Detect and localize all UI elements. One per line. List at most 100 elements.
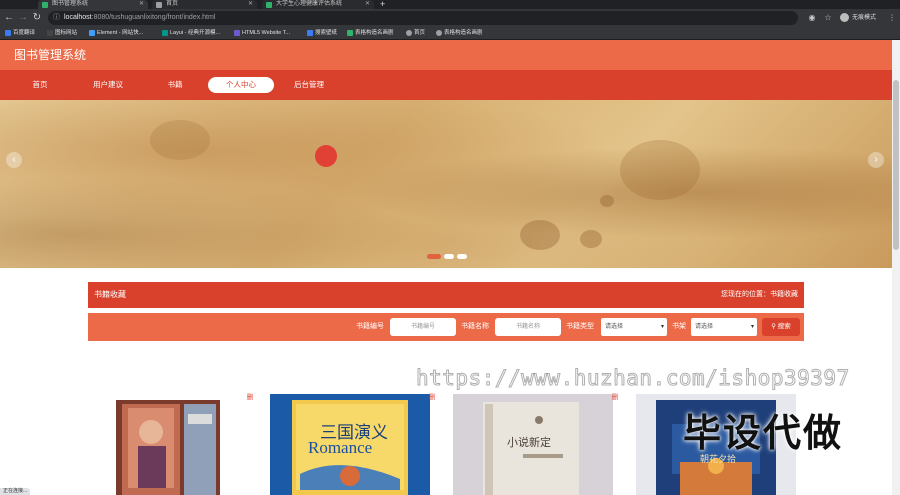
- book-id-input[interactable]: 书籍编号: [390, 318, 456, 336]
- carousel-prev-icon[interactable]: ‹: [6, 152, 22, 168]
- tab-close-icon[interactable]: ✕: [365, 0, 370, 9]
- bookmarks-bar: 百度翻译 图标网站 Element - 网站快... Layui - 经典开源模…: [0, 27, 900, 40]
- bookmark-favicon-icon: [347, 30, 353, 36]
- nav-home[interactable]: 首页: [20, 77, 60, 93]
- shelf-label: 书架: [672, 323, 686, 330]
- tab-label: 图书管理系统: [52, 1, 89, 7]
- bookmark-item[interactable]: HTML5 Website T...: [233, 27, 290, 39]
- book-id-label: 书籍编号: [356, 323, 384, 330]
- book-card[interactable]: 小说新定: [453, 394, 613, 495]
- delete-favorite-icon[interactable]: 删: [428, 394, 436, 402]
- bookmark-label: Element - 网站快...: [97, 30, 144, 36]
- tab-favicon-icon: [156, 2, 162, 8]
- info-icon[interactable]: ⓘ: [53, 11, 60, 25]
- bookmark-label: 表格构造名画剧: [444, 30, 483, 36]
- tab-close-icon[interactable]: ✕: [139, 0, 144, 9]
- tab-favicon-icon: [42, 2, 48, 8]
- scrollbar-thumb[interactable]: [893, 80, 899, 250]
- url-path: :8080/tushuguanlixitong/front/index.html: [91, 14, 216, 21]
- pointer-highlight: [315, 145, 337, 167]
- carousel-dot-active[interactable]: [427, 254, 441, 259]
- book-card[interactable]: [88, 394, 248, 495]
- site-header: 图书管理系统: [0, 40, 892, 70]
- browser-tab-2[interactable]: 首页 ✕: [152, 0, 257, 9]
- back-arrow-icon[interactable]: ←: [3, 12, 15, 24]
- bookmark-favicon-icon: [307, 30, 313, 36]
- bookmark-item[interactable]: 首页: [405, 27, 425, 39]
- bookmark-label: Layui - 经典开源模...: [170, 30, 221, 36]
- profile-button[interactable]: 无痕模式: [840, 12, 876, 24]
- menu-kebab-icon[interactable]: ⋮: [886, 12, 898, 24]
- new-tab-plus-icon[interactable]: +: [380, 0, 385, 9]
- book-type-select[interactable]: 请选择 ▾: [601, 318, 667, 336]
- book-type-value: 请选择: [605, 324, 624, 330]
- browser-tab-1[interactable]: 图书管理系统 ✕: [38, 0, 148, 9]
- tab-favicon-icon: [266, 2, 272, 8]
- bookmark-label: 搜索壁纸: [315, 30, 338, 36]
- bookmark-item[interactable]: 表格构造名画剧: [435, 27, 483, 39]
- banner-carousel: ‹ ›: [0, 100, 892, 268]
- nav-user-center[interactable]: 个人中心: [208, 77, 274, 93]
- shelf-select[interactable]: 请选择 ▾: [691, 318, 757, 336]
- book-name-label: 书籍名称: [461, 323, 489, 330]
- banner-stain: [520, 220, 560, 250]
- bookmark-item[interactable]: Layui - 经典开源模...: [161, 27, 220, 39]
- profile-label: 无痕模式: [852, 15, 877, 21]
- nav-books[interactable]: 书籍: [155, 77, 195, 93]
- bookmark-star-icon[interactable]: ☆: [822, 12, 834, 24]
- bookmark-label: 表格构造名画剧: [355, 30, 394, 36]
- bookmark-item[interactable]: 百度翻译: [4, 27, 35, 39]
- bookmark-favicon-icon: [162, 30, 168, 36]
- chevron-down-icon: ▾: [750, 324, 754, 330]
- site-title: 图书管理系统: [14, 48, 87, 62]
- bookmark-favicon-icon: [89, 30, 95, 36]
- watermark-url: https://www.huzhan.com/ishop39397: [416, 366, 850, 391]
- bookmark-favicon-icon: [436, 30, 442, 36]
- nav-suggestions[interactable]: 用户建议: [84, 77, 132, 93]
- search-button[interactable]: ⚲ 搜索: [762, 318, 800, 336]
- reload-icon[interactable]: ↻: [31, 12, 43, 24]
- bookmark-item[interactable]: 图标网站: [46, 27, 77, 39]
- book-cover-title: 小说新定: [507, 437, 551, 449]
- carousel-dot[interactable]: [444, 254, 454, 259]
- tab-close-icon[interactable]: ✕: [248, 0, 253, 9]
- banner-stain: [150, 120, 210, 160]
- book-card[interactable]: 三国演义 Romance: [270, 394, 430, 495]
- banner-stain: [580, 230, 602, 248]
- shelf-value: 请选择: [695, 324, 714, 330]
- page-scrollbar[interactable]: [892, 40, 900, 495]
- address-bar[interactable]: ⓘ localhost:8080/tushuguanlixitong/front…: [48, 11, 798, 25]
- book-cover-image: [88, 394, 248, 495]
- bookmark-favicon-icon: [47, 30, 53, 36]
- bookmark-label: 首页: [414, 30, 426, 36]
- search-button-label: 搜索: [777, 323, 791, 330]
- browser-tab-3[interactable]: 大学生心理健康评估系统 ✕: [262, 0, 374, 9]
- nav-admin[interactable]: 后台管理: [284, 77, 334, 93]
- bookmark-item[interactable]: 搜索壁纸: [306, 27, 337, 39]
- search-icon: ⚲: [771, 323, 776, 330]
- delete-favorite-icon[interactable]: 删: [611, 394, 619, 402]
- tab-label: 首页: [166, 1, 179, 7]
- bookmark-item[interactable]: Element - 网站快...: [88, 27, 143, 39]
- main-nav: 首页 用户建议 书籍 个人中心 后台管理: [0, 70, 892, 100]
- search-bar: 书籍编号 书籍编号 书籍名称 书籍名称 书籍类型 请选择 ▾ 书架 请选择 ▾ …: [88, 313, 804, 341]
- bookmark-favicon-icon: [406, 30, 412, 36]
- carousel-dot[interactable]: [457, 254, 467, 259]
- forward-arrow-icon[interactable]: →: [17, 12, 29, 24]
- bookmark-item[interactable]: 表格构造名画剧: [346, 27, 394, 39]
- bookmark-label: HTML5 Website T...: [242, 30, 291, 36]
- banner-stain: [600, 195, 614, 207]
- bookmark-label: 百度翻译: [13, 30, 36, 36]
- book-name-input[interactable]: 书籍名称: [495, 318, 561, 336]
- bookmark-favicon-icon: [234, 30, 240, 36]
- book-cover-subtitle: Romance: [308, 438, 373, 457]
- section-header: 书籍收藏 您现在的位置：书籍收藏: [88, 282, 804, 308]
- carousel-next-icon[interactable]: ›: [868, 152, 884, 168]
- url-host: localhost: [64, 14, 92, 21]
- breadcrumb: 您现在的位置：书籍收藏: [721, 291, 798, 298]
- browser-tabstrip: 图书管理系统 ✕ 首页 ✕ 大学生心理健康评估系统 ✕ +: [0, 0, 900, 9]
- incognito-eye-icon[interactable]: ◉: [806, 12, 818, 24]
- chevron-down-icon: ▾: [660, 324, 664, 330]
- banner-stain: [620, 140, 700, 200]
- delete-favorite-icon[interactable]: 删: [246, 394, 254, 402]
